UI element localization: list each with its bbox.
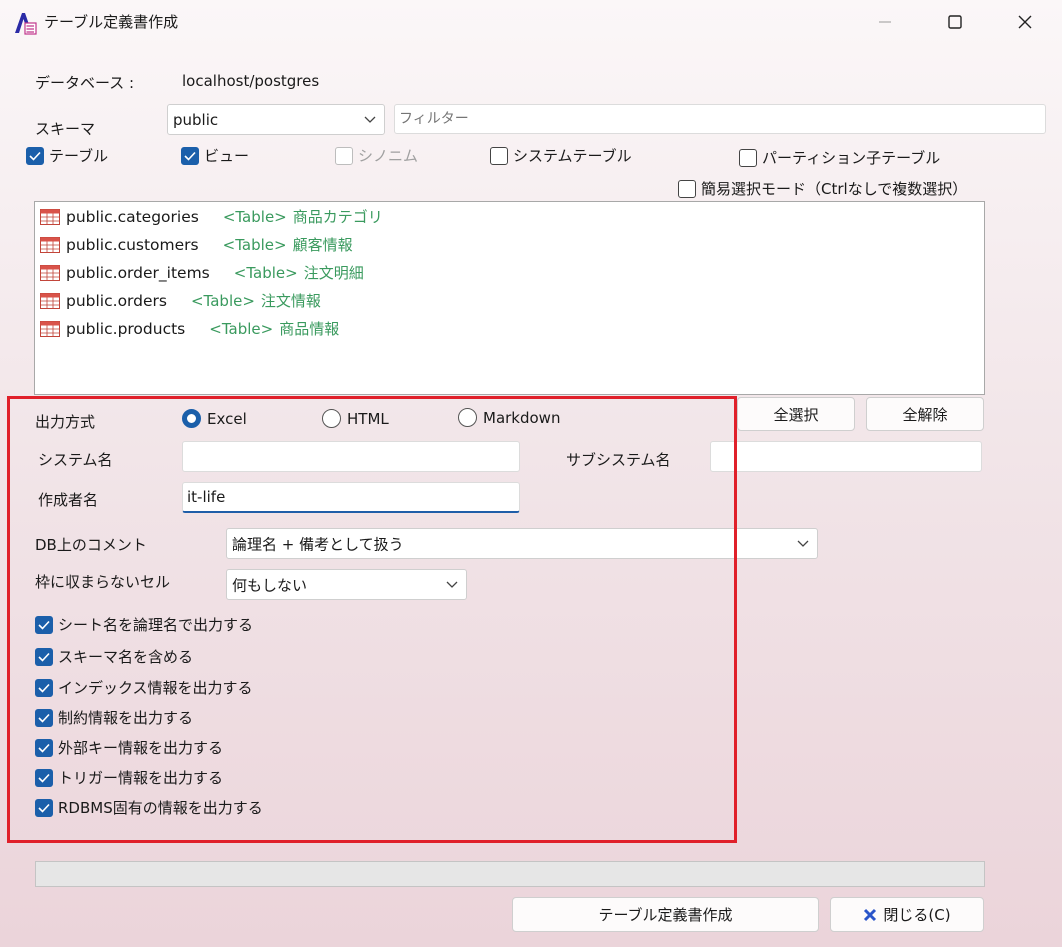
table-type: <Table> [222, 235, 287, 254]
close-window-button[interactable] [1002, 0, 1048, 44]
list-item[interactable]: public.customers <Table> 顧客情報 [40, 234, 353, 255]
close-icon [1018, 15, 1032, 29]
table-icon [40, 208, 60, 225]
checkbox-unchecked-icon [739, 148, 757, 167]
schema-label: スキーマ [35, 120, 96, 138]
list-item[interactable]: public.products <Table> 商品情報 [40, 318, 339, 339]
table-name: public.customers [66, 235, 199, 254]
database-value: localhost/postgres [182, 72, 320, 90]
chevron-down-icon [364, 116, 376, 123]
checkbox-unchecked-icon [335, 146, 353, 165]
table-name: public.orders [66, 291, 167, 310]
list-item[interactable]: public.categories <Table> 商品カテゴリ [40, 206, 383, 227]
table-type: <Table> [209, 319, 274, 338]
table-type: <Table> [233, 263, 298, 282]
simple-select-mode-checkbox[interactable]: 簡易選択モード（Ctrlなしで複数選択） [678, 178, 967, 199]
select-all-button[interactable]: 全選択 [737, 397, 855, 431]
checkbox-checked-icon [181, 146, 199, 165]
schema-select[interactable]: public [167, 104, 385, 135]
maximize-button[interactable] [932, 0, 978, 44]
table-checkbox-label: テーブル [49, 147, 109, 165]
table-icon [40, 320, 60, 337]
synonym-checkbox-label: シノニム [358, 147, 419, 165]
view-checkbox[interactable]: ビュー [181, 145, 249, 166]
create-definition-button[interactable]: テーブル定義書作成 [512, 897, 819, 932]
table-comment: 注文明細 [303, 264, 364, 282]
table-comment: 商品カテゴリ [292, 208, 383, 226]
table-comment: 注文情報 [260, 292, 321, 310]
table-name: public.categories [66, 207, 199, 226]
table-name: public.products [66, 319, 186, 338]
system-table-checkbox[interactable]: システムテーブル [490, 145, 632, 166]
title-bar: テーブル定義書作成 [0, 0, 1062, 44]
close-button-label: 閉じる(C) [883, 906, 951, 924]
partition-child-checkbox[interactable]: パーティション子テーブル [739, 147, 940, 168]
database-label: データベース : [35, 74, 135, 92]
checkbox-unchecked-icon [490, 146, 508, 165]
partition-child-checkbox-label: パーティション子テーブル [762, 149, 941, 167]
progress-bar [35, 861, 985, 887]
table-comment: 顧客情報 [292, 236, 353, 254]
table-icon [40, 292, 60, 309]
filter-input[interactable] [394, 104, 1046, 134]
subsystem-name-input[interactable] [710, 441, 982, 472]
app-logo-icon [15, 13, 37, 35]
table-comment: 商品情報 [279, 320, 340, 338]
checkbox-unchecked-icon [678, 179, 696, 198]
minimize-button[interactable] [862, 0, 908, 44]
table-type: <Table> [190, 291, 255, 310]
table-list[interactable]: public.categories <Table> 商品カテゴリ public.… [34, 201, 985, 395]
schema-select-value: public [173, 110, 219, 129]
table-checkbox[interactable]: テーブル [26, 145, 108, 166]
close-button[interactable]: 閉じる(C) [830, 897, 984, 932]
highlight-frame [7, 396, 737, 843]
chevron-down-icon [797, 540, 809, 547]
list-item[interactable]: public.orders <Table> 注文情報 [40, 290, 321, 311]
table-icon [40, 236, 60, 253]
simple-select-mode-label: 簡易選択モード（Ctrlなしで複数選択） [701, 180, 968, 198]
list-item[interactable]: public.order_items <Table> 注文明細 [40, 262, 364, 283]
table-icon [40, 264, 60, 281]
table-type: <Table> [222, 207, 287, 226]
view-checkbox-label: ビュー [204, 147, 250, 165]
synonym-checkbox: シノニム [335, 145, 418, 166]
minimize-icon [879, 21, 891, 23]
system-table-checkbox-label: システムテーブル [513, 147, 632, 165]
maximize-icon [948, 15, 962, 29]
table-name: public.order_items [66, 263, 210, 282]
deselect-all-button[interactable]: 全解除 [866, 397, 984, 431]
close-x-icon [864, 908, 877, 921]
window-title: テーブル定義書作成 [44, 13, 179, 31]
checkbox-checked-icon [26, 146, 44, 165]
